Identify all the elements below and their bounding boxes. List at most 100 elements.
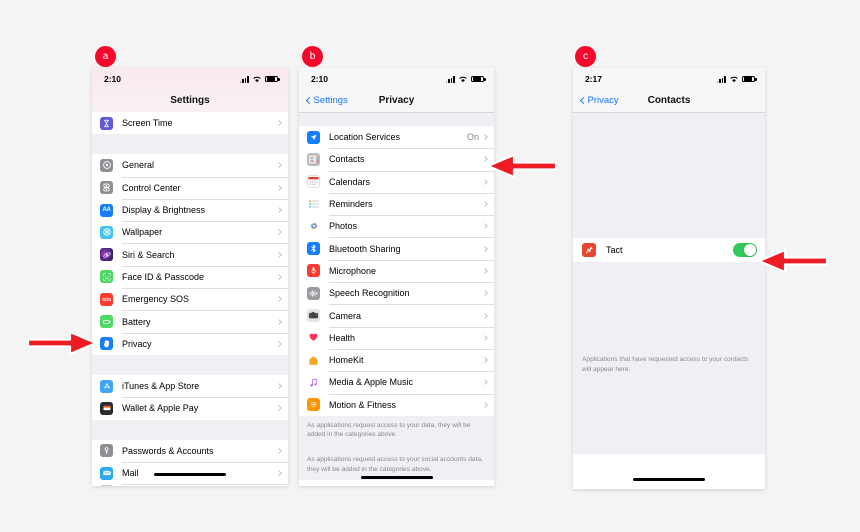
sidebar-item-itunes-app-store[interactable]: iTunes & App Store — [92, 374, 288, 398]
emergency-sos-icon: SOS — [100, 292, 113, 306]
screen-time-icon — [100, 116, 113, 130]
control-center-icon — [100, 181, 113, 195]
list-item-photos[interactable]: Photos — [299, 215, 494, 238]
partial-row-icon — [100, 484, 113, 486]
figure-canvas: a 2:10 Settings Screen Time General Cont… — [0, 0, 860, 532]
chevron-right-icon — [276, 405, 282, 412]
chevron-right-icon — [276, 207, 282, 213]
home-indicator — [360, 476, 433, 479]
sidebar-item-label: Battery — [122, 316, 151, 327]
chevron-right-icon — [276, 274, 282, 280]
arrow-pointing-to-contacts — [486, 153, 558, 179]
chevron-right-icon — [482, 178, 488, 185]
calendars-icon — [307, 175, 320, 189]
tact-app-icon — [582, 243, 596, 257]
status-time: 2:10 — [104, 74, 122, 84]
tact-access-toggle[interactable] — [733, 243, 757, 257]
privacy-list[interactable]: Location Services On Contacts Calendars — [299, 126, 494, 481]
siri-icon — [100, 248, 113, 262]
list-item-label: Contacts — [329, 154, 365, 165]
settings-group: iTunes & App Store Wallet & Apple Pay — [92, 374, 288, 420]
list-item-label: Calendars — [329, 176, 371, 187]
list-separator — [92, 354, 288, 375]
bluetooth-icon — [307, 242, 320, 256]
list-item-microphone[interactable]: Microphone — [299, 259, 494, 283]
chevron-right-icon — [482, 201, 488, 207]
back-button-privacy[interactable]: Privacy — [579, 95, 619, 106]
chevron-right-icon — [276, 229, 282, 236]
sidebar-item-privacy[interactable]: Privacy — [92, 332, 288, 355]
list-item-homekit[interactable]: HomeKit — [299, 348, 494, 372]
sidebar-item-general[interactable]: General — [92, 154, 288, 177]
sidebar-item-label: Control Center — [122, 182, 181, 193]
list-item-camera[interactable]: Camera — [299, 304, 494, 327]
panel-label-c: c — [575, 46, 596, 67]
sidebar-item-screen-time[interactable]: Screen Time — [92, 112, 288, 135]
list-item-contacts[interactable]: Contacts — [299, 148, 494, 171]
list-separator — [92, 419, 288, 440]
health-heart-icon — [307, 331, 320, 345]
chevron-right-icon — [482, 312, 488, 319]
chevron-right-icon — [482, 268, 488, 274]
toggle-knob — [744, 244, 756, 256]
camera-icon — [307, 309, 320, 323]
sidebar-item-partial[interactable] — [92, 484, 288, 486]
sidebar-item-label: Wallpaper — [122, 227, 163, 238]
sidebar-item-wallet-apple-pay[interactable]: Wallet & Apple Pay — [92, 397, 288, 420]
homekit-icon — [307, 353, 320, 367]
chevron-right-icon — [276, 162, 282, 169]
settings-group: General Control Center AA Display & Brig… — [92, 154, 288, 355]
sidebar-item-control-center[interactable]: Control Center — [92, 176, 288, 199]
home-indicator — [154, 473, 226, 476]
back-button-settings[interactable]: Settings — [305, 95, 348, 106]
privacy-footer-note-2: As applications request access to your s… — [299, 445, 494, 481]
arrow-pointing-to-privacy — [26, 330, 98, 356]
list-item-speech-recognition[interactable]: Speech Recognition — [299, 282, 494, 305]
list-item-label: Photos — [329, 221, 358, 232]
sidebar-item-siri-search[interactable]: Siri & Search — [92, 243, 288, 266]
list-item-label: Reminders — [329, 199, 373, 210]
sidebar-item-display-brightness[interactable]: AA Display & Brightness — [92, 198, 288, 222]
list-item-location-services[interactable]: Location Services On — [299, 126, 494, 149]
privacy-group: Location Services On Contacts Calendars — [299, 126, 494, 416]
sidebar-item-label: Emergency SOS — [122, 294, 190, 305]
list-item-motion-fitness[interactable]: Motion & Fitness — [299, 393, 494, 416]
chevron-right-icon — [276, 184, 282, 191]
chevron-left-icon — [305, 96, 314, 104]
list-item-calendars[interactable]: Calendars — [299, 170, 494, 193]
chevron-right-icon — [276, 447, 282, 454]
signal-bars-icon — [239, 75, 249, 83]
list-item-reminders[interactable]: Reminders — [299, 192, 494, 216]
status-bar-c: 2:17 — [573, 68, 765, 88]
chevron-right-icon — [276, 296, 282, 303]
display-brightness-icon: AA — [100, 203, 113, 217]
signal-bars-icon — [716, 75, 726, 83]
list-item-bluetooth-sharing[interactable]: Bluetooth Sharing — [299, 237, 494, 260]
wifi-icon — [730, 76, 738, 83]
wallpaper-icon — [100, 225, 113, 239]
wifi-icon — [253, 76, 261, 83]
list-item-label: Tact — [606, 245, 623, 255]
list-item-label: Media & Apple Music — [329, 377, 414, 388]
chevron-right-icon — [276, 383, 282, 389]
mail-icon — [100, 466, 113, 480]
microphone-icon — [307, 264, 320, 278]
list-item-label: Bluetooth Sharing — [329, 243, 401, 254]
list-item-tact-app[interactable]: Tact — [573, 238, 765, 262]
list-item-health[interactable]: Health — [299, 326, 494, 349]
face-id-icon — [100, 270, 113, 284]
sidebar-item-wallpaper[interactable]: Wallpaper — [92, 221, 288, 244]
privacy-hand-icon — [100, 337, 113, 351]
sidebar-item-battery[interactable]: Battery — [92, 310, 288, 333]
sidebar-item-face-id[interactable]: Face ID & Passcode — [92, 265, 288, 289]
speech-recognition-icon — [307, 286, 320, 300]
empty-space-middle — [573, 262, 765, 355]
sidebar-item-emergency-sos[interactable]: SOS Emergency SOS — [92, 288, 288, 311]
key-icon — [100, 444, 113, 458]
settings-group: Passwords & Accounts Mail — [92, 439, 288, 486]
app-store-icon — [100, 379, 113, 393]
list-item-media-apple-music[interactable]: Media & Apple Music — [299, 371, 494, 394]
sidebar-item-passwords-accounts[interactable]: Passwords & Accounts — [92, 439, 288, 462]
settings-list-a[interactable]: Screen Time General Control Center AA Di… — [92, 112, 288, 486]
signal-bars-icon — [445, 75, 455, 83]
